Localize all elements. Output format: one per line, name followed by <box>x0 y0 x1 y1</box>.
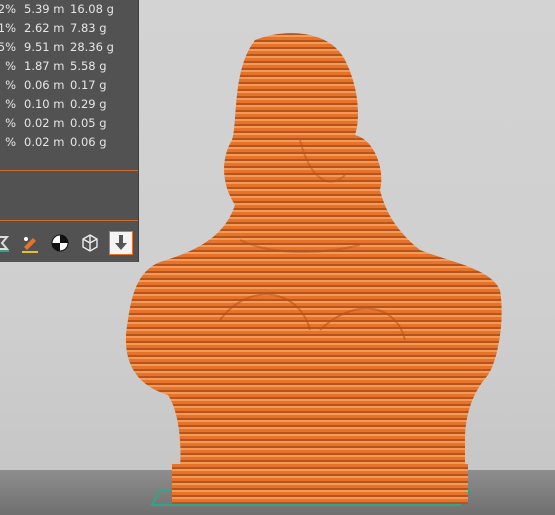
table-row: .1% 2.62 m 7.83 g <box>0 19 138 38</box>
layer-icon[interactable] <box>0 231 14 255</box>
section-divider <box>0 220 138 221</box>
length-cell: 0.06 m <box>24 78 65 92</box>
percent-cell: % <box>5 78 16 92</box>
length-cell: 9.51 m <box>24 40 65 54</box>
section-divider <box>0 170 138 171</box>
table-row: 2% 5.39 m 16.08 g <box>0 0 138 19</box>
percent-cell: 5% <box>0 40 16 54</box>
filament-usage-table: 2% 5.39 m 16.08 g .1% 2.62 m 7.83 g 5% 9… <box>0 0 138 152</box>
percent-cell: % <box>5 135 16 149</box>
weight-cell: 28.36 g <box>70 40 114 54</box>
table-row: % 0.10 m 0.29 g <box>0 95 138 114</box>
length-cell: 5.39 m <box>24 2 65 16</box>
percent-cell: % <box>5 59 16 73</box>
seam-icon[interactable] <box>48 231 72 255</box>
length-cell: 0.02 m <box>24 116 65 130</box>
percent-cell: % <box>5 97 16 111</box>
table-row: % 1.87 m 5.58 g <box>0 57 138 76</box>
length-cell: 0.02 m <box>24 135 65 149</box>
weight-cell: 0.29 g <box>70 97 107 111</box>
weight-cell: 5.58 g <box>70 59 107 73</box>
length-cell: 0.10 m <box>24 97 65 111</box>
table-row: 5% 9.51 m 28.36 g <box>0 38 138 57</box>
view-toolbar <box>0 228 138 258</box>
cube-wireframe-icon[interactable] <box>78 231 102 255</box>
bust-model <box>125 33 502 468</box>
weight-cell: 7.83 g <box>70 21 107 35</box>
weight-cell: 16.08 g <box>70 2 114 16</box>
weight-cell: 0.06 g <box>70 135 107 149</box>
table-row: % 0.02 m 0.05 g <box>0 114 138 133</box>
percent-cell: % <box>5 116 16 130</box>
export-icon[interactable] <box>109 231 133 255</box>
paint-icon[interactable] <box>18 231 42 255</box>
bust-base <box>172 464 468 504</box>
length-cell: 1.87 m <box>24 59 65 73</box>
weight-cell: 0.05 g <box>70 116 107 130</box>
weight-cell: 0.17 g <box>70 78 107 92</box>
percent-cell: 2% <box>0 2 16 16</box>
slice-statistics-panel: 2% 5.39 m 16.08 g .1% 2.62 m 7.83 g 5% 9… <box>0 0 139 262</box>
length-cell: 2.62 m <box>24 21 65 35</box>
table-row: % 0.06 m 0.17 g <box>0 76 138 95</box>
table-row: % 0.02 m 0.06 g <box>0 133 138 152</box>
percent-cell: .1% <box>0 21 16 35</box>
